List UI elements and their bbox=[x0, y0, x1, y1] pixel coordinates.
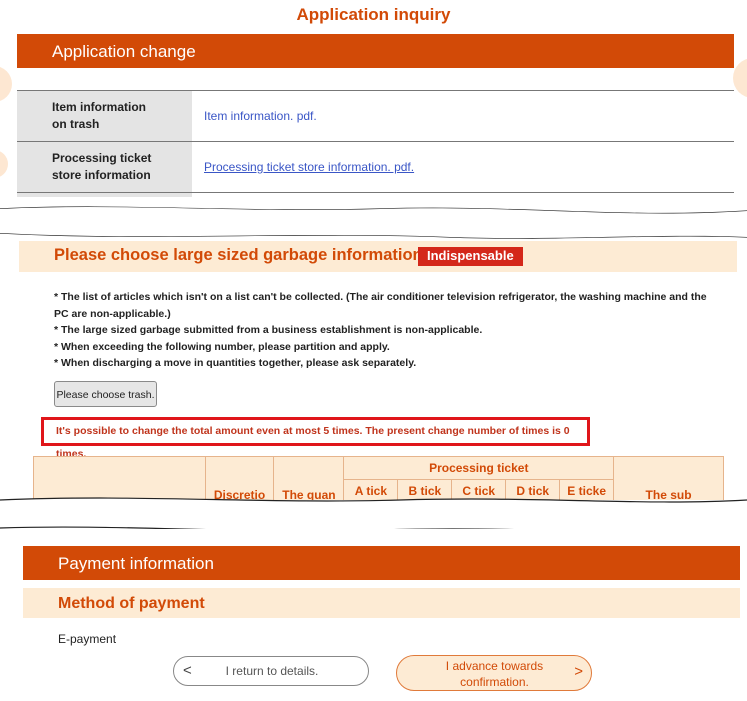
choose-trash-button[interactable]: Please choose trash. bbox=[54, 381, 157, 407]
table-row: Item information on trash Item informatio… bbox=[17, 91, 734, 142]
torn-edge-divider bbox=[0, 497, 747, 546]
row-label-line: Item information bbox=[52, 100, 147, 114]
col-processing-ticket: Processing ticket bbox=[343, 456, 615, 480]
application-change-header: Application change bbox=[17, 34, 734, 68]
required-badge: Indispensable bbox=[418, 247, 523, 266]
note-item: * The large sized garbage submitted from… bbox=[54, 324, 483, 337]
torn-edge-divider bbox=[0, 197, 747, 239]
row-label-line: store information bbox=[52, 168, 151, 182]
note-item: * When exceeding the following number, p… bbox=[54, 340, 390, 353]
return-button-label: I return to details. bbox=[225, 664, 319, 678]
row-label-line: on trash bbox=[52, 117, 100, 131]
garbage-section-title: Please choose large sized garbage inform… bbox=[54, 246, 428, 264]
note-item: * When discharging a move in quantities … bbox=[54, 357, 417, 370]
chevron-right-icon: > bbox=[574, 663, 583, 680]
ticket-store-pdf-link[interactable]: Processing ticket store information. pdf… bbox=[204, 160, 414, 174]
row-value: Processing ticket store information. pdf… bbox=[192, 142, 734, 192]
change-limit-alert: It's possible to change the total amount… bbox=[41, 417, 590, 460]
row-label: Processing ticket store information bbox=[17, 142, 192, 192]
row-value: Item information. pdf. bbox=[192, 91, 734, 141]
row-label-line: Processing ticket bbox=[52, 151, 152, 165]
decorative-blob-right bbox=[733, 58, 747, 98]
note-item: * The list of articles which isn't on a … bbox=[54, 291, 707, 320]
table-row: Processing ticket store information Proce… bbox=[17, 142, 734, 193]
payment-method-value: E-payment bbox=[58, 632, 117, 646]
payment-method-heading: Method of payment bbox=[23, 588, 740, 618]
garbage-notes: * The list of articles which isn't on a … bbox=[54, 289, 714, 372]
advance-button-label: I advance towards confirmation. bbox=[445, 659, 544, 689]
decorative-blob-left bbox=[0, 66, 12, 102]
return-button[interactable]: < I return to details. bbox=[173, 656, 369, 686]
advance-button[interactable]: I advance towards confirmation. > bbox=[396, 655, 592, 691]
page-title: Application inquiry bbox=[296, 5, 451, 24]
item-information-pdf-link[interactable]: Item information. pdf. bbox=[204, 109, 317, 123]
row-label: Item information on trash bbox=[17, 91, 192, 141]
payment-info-header: Payment information bbox=[23, 546, 740, 580]
application-info-table: Item information on trash Item informatio… bbox=[17, 90, 734, 205]
decorative-blob-left-lower bbox=[0, 150, 8, 178]
